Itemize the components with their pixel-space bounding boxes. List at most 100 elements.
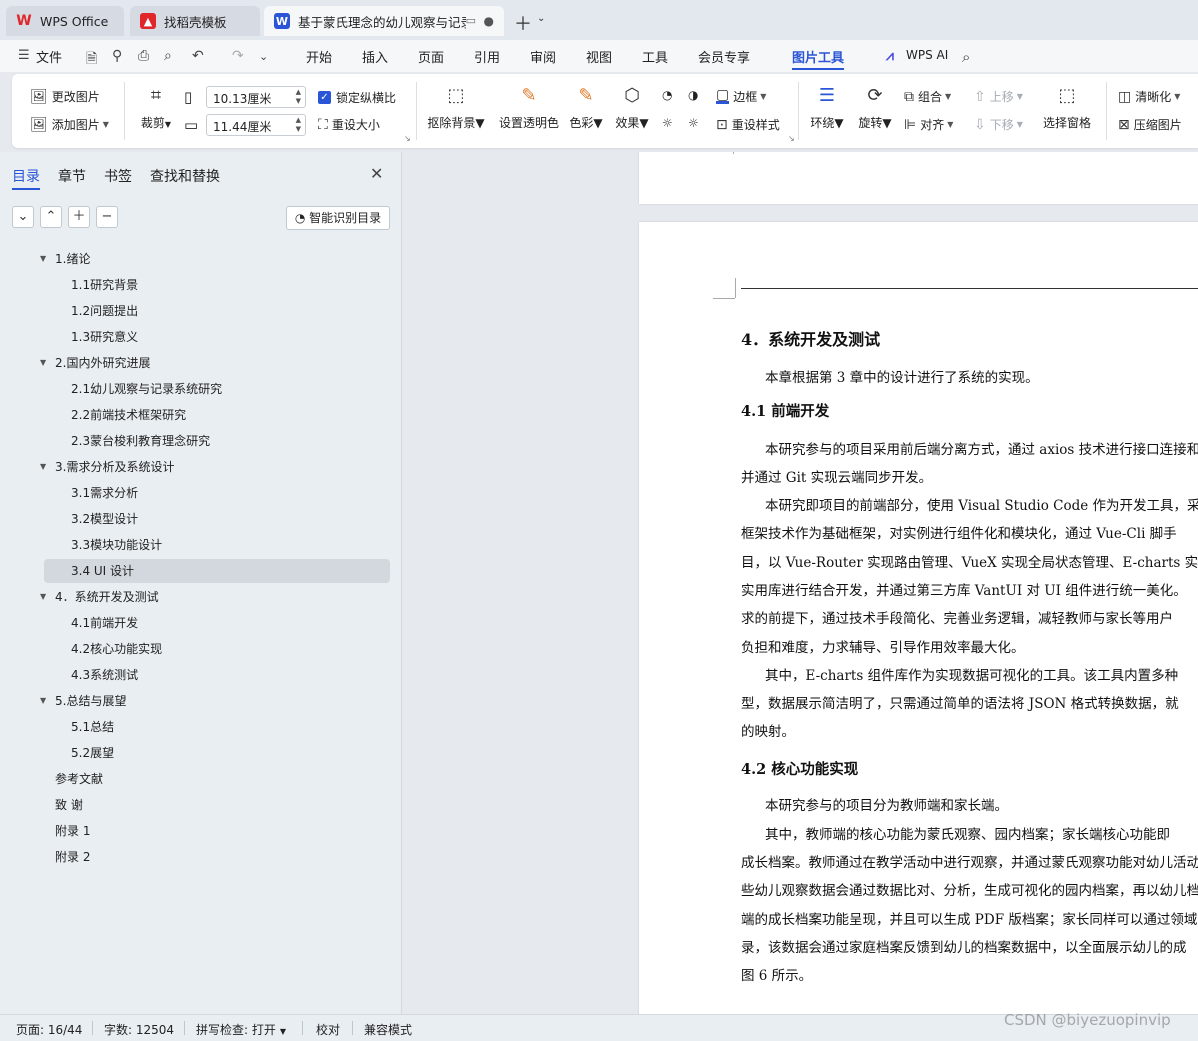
width-input[interactable]: 10.13厘米 ▲ ▼ (206, 86, 306, 108)
reset-style-button[interactable]: ⊡ 重设样式 (716, 116, 780, 133)
menu-wps-ai[interactable]: WPS AI (906, 48, 948, 62)
toc-item[interactable]: 4.2核心功能实现 (0, 636, 402, 662)
expand-triangle-icon[interactable]: ▼ (40, 350, 46, 376)
contrast-down-icon[interactable]: ☼ (688, 116, 699, 130)
height-input[interactable]: 11.44厘米 ▲ ▼ (206, 114, 306, 136)
group-button[interactable]: ⧉ 组合 ▼ (904, 88, 951, 105)
redo-icon[interactable]: ↷ (232, 48, 244, 64)
toc-item[interactable]: 5.2展望 (0, 740, 402, 766)
menu-references[interactable]: 引用 (474, 47, 500, 66)
align-button[interactable]: ⊫ 对齐 ▼ (904, 116, 953, 133)
expand-triangle-icon[interactable]: ▼ (40, 246, 46, 272)
toc-item[interactable]: 3.1需求分析 (0, 480, 402, 506)
set-transparent-button[interactable]: ✎ 设置透明色 (498, 86, 560, 131)
chevron-down-icon[interactable]: ⌄ (259, 50, 268, 63)
move-down-button[interactable]: ⇩ 下移 ▼ (974, 116, 1023, 133)
chevron-down-icon[interactable]: ⌄ (537, 13, 545, 24)
spell-check[interactable]: 拼写检查: 打开 ▼ (196, 1021, 286, 1038)
nav-tab-toc[interactable]: 目录 (12, 166, 40, 186)
hamburger-icon[interactable]: ☰ (18, 48, 30, 63)
stepper-icon[interactable]: ▲ ▼ (296, 116, 301, 134)
toc-item[interactable]: 3.3模块功能设计 (0, 532, 402, 558)
crop-button[interactable]: ⌗ 裁剪▼ (136, 86, 176, 131)
brightness-down-icon[interactable]: ☼ (662, 116, 673, 130)
menu-insert[interactable]: 插入 (362, 47, 388, 66)
menu-view[interactable]: 视图 (586, 47, 612, 66)
toc-item[interactable]: 3.2模型设计 (0, 506, 402, 532)
expand-triangle-icon[interactable]: ▼ (40, 584, 46, 610)
undo-icon[interactable]: ↶ (192, 48, 204, 64)
dialog-launcher-icon[interactable]: ↘ (788, 134, 795, 143)
toc-item[interactable]: 4.1前端开发 (0, 610, 402, 636)
add-heading-icon[interactable]: ＋ (68, 206, 90, 228)
effects-button[interactable]: ⬡ 效果▼ (614, 86, 650, 131)
nav-tab-chapters[interactable]: 章节 (58, 166, 86, 186)
menu-member[interactable]: 会员专享 (698, 47, 750, 66)
expand-triangle-icon[interactable]: ▼ (40, 454, 46, 480)
print-preview-icon[interactable]: ⌕ (164, 48, 172, 64)
toc-item[interactable]: ▼ 5.总结与展望 (0, 688, 402, 714)
toc-item[interactable]: 2.2前端技术框架研究 (0, 402, 402, 428)
toc-item[interactable]: ▼ 1.绪论 (0, 246, 402, 272)
close-icon[interactable]: ✕ (370, 164, 383, 183)
nav-tab-find-replace[interactable]: 查找和替换 (150, 166, 220, 186)
tab-docer-templates[interactable]: ▲ 找稻壳模板 (130, 6, 260, 36)
toc-item[interactable]: 1.1研究背景 (0, 272, 402, 298)
menu-tools[interactable]: 工具 (642, 47, 668, 66)
print-icon[interactable]: ⎙ (138, 48, 149, 64)
collapse-down-icon[interactable]: ⌄ (12, 206, 34, 228)
new-tab-plus-icon[interactable]: ＋ (514, 10, 532, 36)
toc-item[interactable]: 2.3蒙台梭利教育理念研究 (0, 428, 402, 454)
lock-ratio-checkbox[interactable]: ✓ 锁定纵横比 (318, 89, 396, 106)
document-area[interactable]: 4．系统开发及测试 本章根据第 3 章中的设计进行了系统的实现。 4.1 前端开发本… (403, 152, 1198, 1014)
word-count[interactable]: 字数: 12504 (104, 1021, 174, 1038)
wrap-button[interactable]: ☰ 环绕▼ (808, 86, 846, 131)
stepper-icon[interactable]: ▲ ▼ (296, 88, 301, 106)
move-up-button[interactable]: ⇧ 上移 ▼ (974, 88, 1023, 105)
menu-picture-tools[interactable]: 图片工具 (792, 47, 844, 66)
proofread-button[interactable]: 校对 (316, 1021, 340, 1038)
tab-wps-office[interactable]: W WPS Office (6, 6, 124, 36)
toc-item[interactable]: 附录 1 (0, 818, 402, 844)
save-icon[interactable]: 🗎 (86, 48, 97, 72)
expand-triangle-icon[interactable]: ▼ (40, 688, 46, 714)
compress-image-button[interactable]: ⊠ 压缩图片 (1118, 116, 1182, 133)
toc-item[interactable]: 4.3系统测试 (0, 662, 402, 688)
contrast-up-icon[interactable]: ◑ (688, 88, 698, 102)
nav-tab-bookmarks[interactable]: 书签 (104, 166, 132, 186)
add-image-button[interactable]: 🖼 添加图片 ▼ (30, 116, 109, 133)
remove-background-button[interactable]: ⬚ 抠除背景▼ (426, 86, 486, 131)
search-icon[interactable]: ⌕ (962, 48, 970, 66)
sharpen-button[interactable]: ◫ 清晰化 ▼ (1118, 88, 1180, 105)
toc-item[interactable]: 3.4 UI 设计 (0, 558, 402, 584)
tab-document[interactable]: W 基于蒙氏理念的幼儿观察与记录 ▭ ● (264, 6, 504, 36)
color-button[interactable]: ✎ 色彩▼ (568, 86, 604, 131)
toc-item[interactable]: ▼ 4．系统开发及测试 (0, 584, 402, 610)
menu-page[interactable]: 页面 (418, 47, 444, 66)
selection-pane-button[interactable]: ⬚ 选择窗格 (1040, 86, 1094, 131)
toc-item[interactable]: ▼ 2.国内外研究进展 (0, 350, 402, 376)
toc-item[interactable]: 参考文献 (0, 766, 402, 792)
format-painter-icon[interactable]: ⚲ (112, 48, 122, 64)
page-indicator[interactable]: 页面: 16/44 (16, 1021, 82, 1038)
remove-heading-icon[interactable]: − (96, 206, 118, 228)
toc-item[interactable]: 致 谢 (0, 792, 402, 818)
toc-item[interactable]: 1.3研究意义 (0, 324, 402, 350)
rotate-button[interactable]: ⟳ 旋转▼ (856, 86, 894, 131)
toc-item[interactable]: 5.1总结 (0, 714, 402, 740)
toc-item[interactable]: 1.2问题提出 (0, 298, 402, 324)
toc-item[interactable]: 2.1幼儿观察与记录系统研究 (0, 376, 402, 402)
toc-item[interactable]: ▼ 3.需求分析及系统设计 (0, 454, 402, 480)
menu-review[interactable]: 审阅 (530, 47, 556, 66)
brightness-up-icon[interactable]: ◔ (662, 88, 672, 102)
toc-item[interactable]: 附录 2 (0, 844, 402, 870)
tab-modified-dot-icon[interactable]: ● (484, 14, 494, 28)
document-page[interactable]: 4．系统开发及测试 本章根据第 3 章中的设计进行了系统的实现。 4.1 前端开发本… (639, 222, 1198, 1014)
menu-home[interactable]: 开始 (306, 47, 332, 66)
collapse-up-icon[interactable]: ⌃ (40, 206, 62, 228)
menu-file[interactable]: 文件 (36, 47, 62, 66)
border-button[interactable]: ▢ 边框 ▼ (716, 88, 766, 105)
smart-toc-button[interactable]: ◔ 智能识别目录 (286, 206, 390, 230)
reset-size-button[interactable]: ⛶ 重设大小 (318, 116, 380, 133)
screen-icon[interactable]: ▭ (466, 14, 476, 27)
